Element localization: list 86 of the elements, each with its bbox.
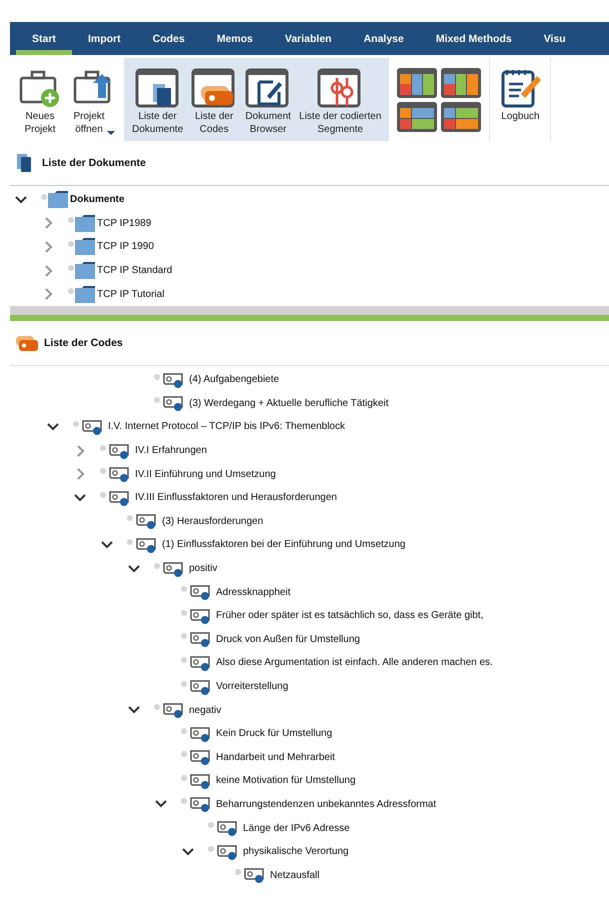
ribbon-tab[interactable]: Memos	[200, 22, 269, 55]
layout-icon[interactable]	[441, 68, 482, 98]
ribbon-button[interactable]: Projekt öffnen	[68, 60, 120, 136]
code-label[interactable]: IV.II Einführung und Umsetzung	[135, 468, 276, 480]
status-dot-icon	[100, 492, 106, 498]
ribbon-tab[interactable]: Mixed Methods	[420, 22, 528, 55]
code-label[interactable]: Druck von Außen für Umstellung	[216, 634, 360, 645]
document-label[interactable]: Dokumente	[70, 194, 124, 206]
status-dot-icon	[73, 420, 79, 427]
folder-icon	[75, 238, 95, 256]
code-label[interactable]: I.V. Internet Protocol – TCP/IP bis IPv6: Themenblock	[108, 421, 345, 432]
document-label[interactable]: TCP IP Tutorial	[97, 288, 164, 300]
status-dot-icon	[181, 798, 187, 804]
code-label[interactable]: (1) Einflussfaktoren bei der Einführung und Umsetzung	[162, 539, 406, 550]
folder-icon	[48, 191, 68, 208]
ribbon-tab[interactable]: Analyse	[348, 22, 420, 55]
status-dot-icon	[208, 846, 214, 852]
document-label[interactable]: TCP IP Standard	[97, 265, 172, 276]
code-label[interactable]: (3) Herausforderungen	[162, 516, 264, 527]
status-dot-icon	[127, 538, 133, 545]
status-dot-icon	[41, 194, 47, 200]
status-dot-icon	[68, 217, 74, 224]
ribbon-tab[interactable]: Variablen	[268, 22, 348, 55]
ribbon-tab[interactable]: Visu	[528, 22, 582, 55]
status-dot-icon	[154, 562, 160, 569]
layout-icon[interactable]	[441, 102, 482, 132]
code-label[interactable]: Kein Druck für Umstellung	[216, 728, 332, 740]
code-label[interactable]: negativ	[189, 704, 222, 716]
codes-list-icon	[191, 66, 238, 110]
status-dot-icon	[235, 869, 241, 876]
documents-list-icon	[134, 66, 181, 110]
code-label[interactable]: Also diese Argumentation ist einfach. Alle anderen machen es.	[216, 657, 493, 668]
status-dot-icon	[68, 240, 74, 247]
status-dot-icon	[100, 444, 106, 451]
status-dot-icon	[154, 397, 160, 404]
status-dot-icon	[181, 656, 187, 663]
status-dot-icon	[181, 633, 187, 640]
status-dot-icon	[154, 704, 160, 710]
code-label[interactable]: physikalische Verortung	[243, 846, 349, 858]
status-dot-icon	[181, 728, 187, 734]
code-label[interactable]: Handarbeit und Mehrarbeit	[216, 752, 335, 763]
status-dot-icon	[127, 515, 133, 522]
status-dot-icon	[181, 586, 187, 592]
document-label[interactable]: TCP IP1989	[97, 218, 152, 229]
document-label[interactable]: TCP IP 1990	[97, 241, 154, 252]
status-dot-icon	[68, 288, 74, 294]
ribbon-button[interactable]: Liste der Dokumente	[129, 60, 186, 136]
ribbon-tab[interactable]: Codes	[136, 22, 201, 55]
ribbon-tab[interactable]: Import	[72, 22, 137, 55]
code-label[interactable]: IV.I Erfahrungen	[135, 445, 207, 456]
code-label[interactable]: positiv	[189, 563, 218, 574]
code-label[interactable]: Länge der IPv6 Adresse	[243, 822, 350, 834]
ribbon-button[interactable]: Liste der Codes	[188, 60, 240, 136]
panel-title: Liste der Codes	[44, 337, 123, 349]
segments-list-icon	[317, 66, 364, 110]
code-label[interactable]: Beharrungstendenzen unbekanntes Adressformat	[216, 798, 436, 810]
folder-icon	[75, 286, 95, 303]
code-label[interactable]: IV.III Einflussfaktoren und Herausforderungen	[135, 492, 337, 504]
code-label[interactable]: keine Motivation für Umstellung	[216, 775, 356, 786]
status-dot-icon	[208, 822, 214, 828]
layout-icon[interactable]	[397, 68, 438, 98]
status-dot-icon	[181, 751, 187, 758]
panel-title: Liste der Dokumente	[42, 157, 146, 169]
ribbon-button[interactable]: Logbuch	[494, 60, 546, 123]
document-edit-icon	[245, 66, 292, 110]
ribbon-button[interactable]: Dokument Browser	[242, 60, 294, 136]
ribbon-button[interactable]: Liste der codierten Segmente	[296, 60, 384, 136]
code-label[interactable]: Vorreiterstellung	[216, 681, 288, 692]
code-label[interactable]: Früher oder später ist es tatsächlich so, dass es Geräte gibt,	[216, 610, 484, 622]
status-dot-icon	[154, 374, 160, 380]
folder-icon	[75, 262, 95, 280]
layout-icon[interactable]	[397, 102, 438, 132]
dropdown-caret-icon[interactable]	[106, 130, 115, 136]
code-label[interactable]: Adressknappheit	[216, 586, 290, 598]
ribbon-tab[interactable]: Start	[16, 22, 72, 55]
status-dot-icon	[181, 774, 187, 781]
code-label[interactable]: Netzausfall	[270, 870, 320, 881]
folder-icon	[75, 214, 95, 232]
ribbon-button[interactable]: Neues Projekt	[14, 60, 66, 136]
codes-icon	[16, 335, 38, 351]
code-label[interactable]: (3) Werdegang + Aktuelle berufliche Tätigkeit	[189, 398, 388, 409]
status-dot-icon	[181, 610, 187, 616]
status-dot-icon	[68, 264, 74, 271]
status-dot-icon	[181, 680, 187, 687]
status-dot-icon	[100, 468, 106, 474]
code-label[interactable]: (4) Aufgabengebiete	[189, 374, 280, 386]
